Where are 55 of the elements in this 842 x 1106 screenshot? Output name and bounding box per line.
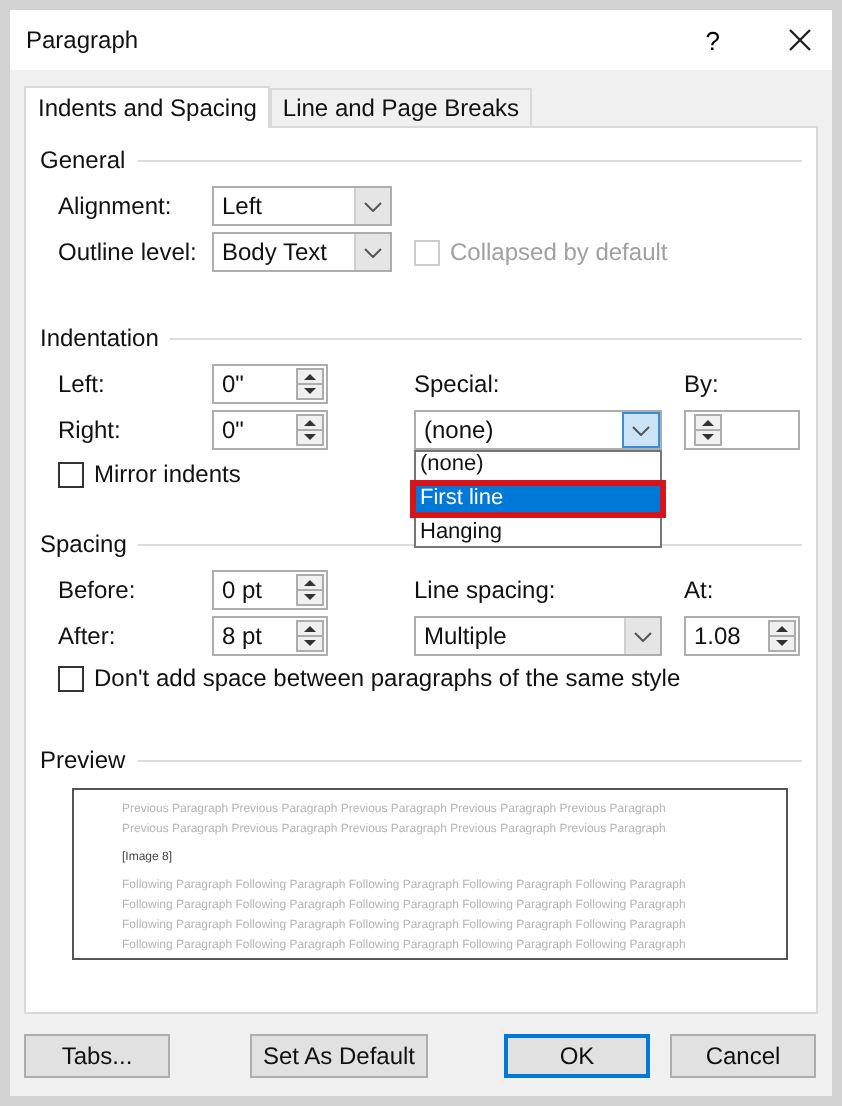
field-label: Alignment: [58,192,174,220]
group-title: Spacing [40,530,127,558]
spin-field[interactable]: 0" [212,410,328,450]
dialog-button[interactable]: Tabs... [24,1034,170,1078]
spin-arrows-icon[interactable] [296,368,324,400]
group-title: Preview [40,746,126,774]
checkbox-label: Collapsed by default [450,238,668,266]
dropdown-option[interactable]: Hanging [416,520,660,546]
dropdown-option[interactable]: First line [416,486,660,512]
checkbox-label: Don't add space between paragraphs of the same style [94,664,681,692]
chevron-icon [634,631,652,641]
spin-arrows-icon[interactable] [768,620,796,652]
checkbox-label: Mirror indents [94,460,241,488]
dropdown[interactable]: Multiple [414,616,662,656]
field-label: Line spacing: [414,576,558,604]
dropdown-button[interactable] [624,618,660,654]
spin-arrows-icon[interactable] [296,620,324,652]
spin-field[interactable]: 0" [212,364,328,404]
dropdown[interactable]: Left [212,186,392,226]
spin-arrows-icon[interactable] [296,414,324,446]
help-button[interactable]: ? [705,25,720,55]
close-icon[interactable] [788,28,812,52]
field-label: By: [684,370,721,398]
chevron-icon [632,425,650,435]
dropdown[interactable]: Body Text [212,232,392,272]
dropdown-button[interactable] [354,234,390,270]
checkbox[interactable] [58,461,84,487]
spin-field[interactable] [684,410,800,450]
field-label: Right: [58,416,123,444]
dialog-button[interactable]: Set As Default [250,1034,428,1078]
field-label: Outline level: [58,238,199,266]
spin-arrows-icon[interactable] [694,414,722,446]
field-label: After: [58,622,118,650]
dropdown-button[interactable] [622,412,660,448]
spin-arrows-icon[interactable] [296,574,324,606]
dropdown-button[interactable] [354,188,390,224]
tab[interactable]: Indents and Spacing [24,86,271,128]
field-label: Special: [414,370,502,398]
window-title: Paragraph [26,26,141,54]
field-label: Before: [58,576,138,604]
field-label: Left: [58,370,107,398]
dropdown-option[interactable]: (none) [416,452,660,478]
tab[interactable]: Line and Page Breaks [270,88,532,126]
field-label: At: [684,576,716,604]
dialog-button[interactable]: OK [504,1034,650,1078]
spin-field[interactable]: 0 pt [212,570,328,610]
chevron-icon [364,201,382,211]
spin-field[interactable]: 1.08 [684,616,800,656]
chevron-icon [364,247,382,257]
spin-field[interactable]: 8 pt [212,616,328,656]
dropdown[interactable]: (none) [414,410,662,450]
dialog-button[interactable]: Cancel [670,1034,816,1078]
checkbox[interactable] [58,665,84,691]
group-title: Indentation [40,324,159,352]
group-title: General [40,146,126,174]
